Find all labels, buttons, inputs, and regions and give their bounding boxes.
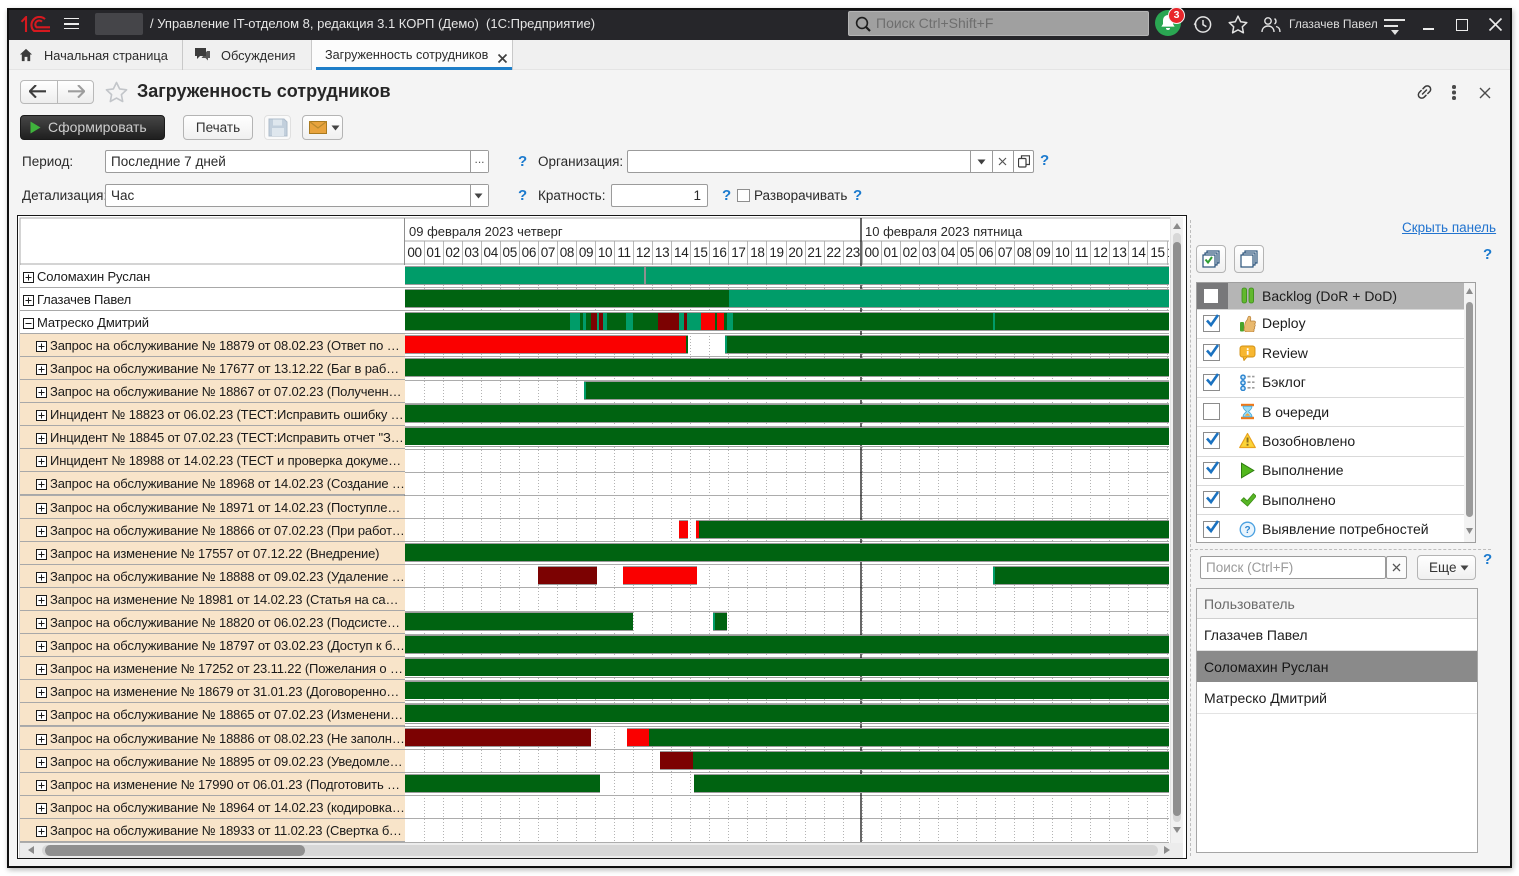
svg-text:?: ? — [1244, 525, 1250, 536]
